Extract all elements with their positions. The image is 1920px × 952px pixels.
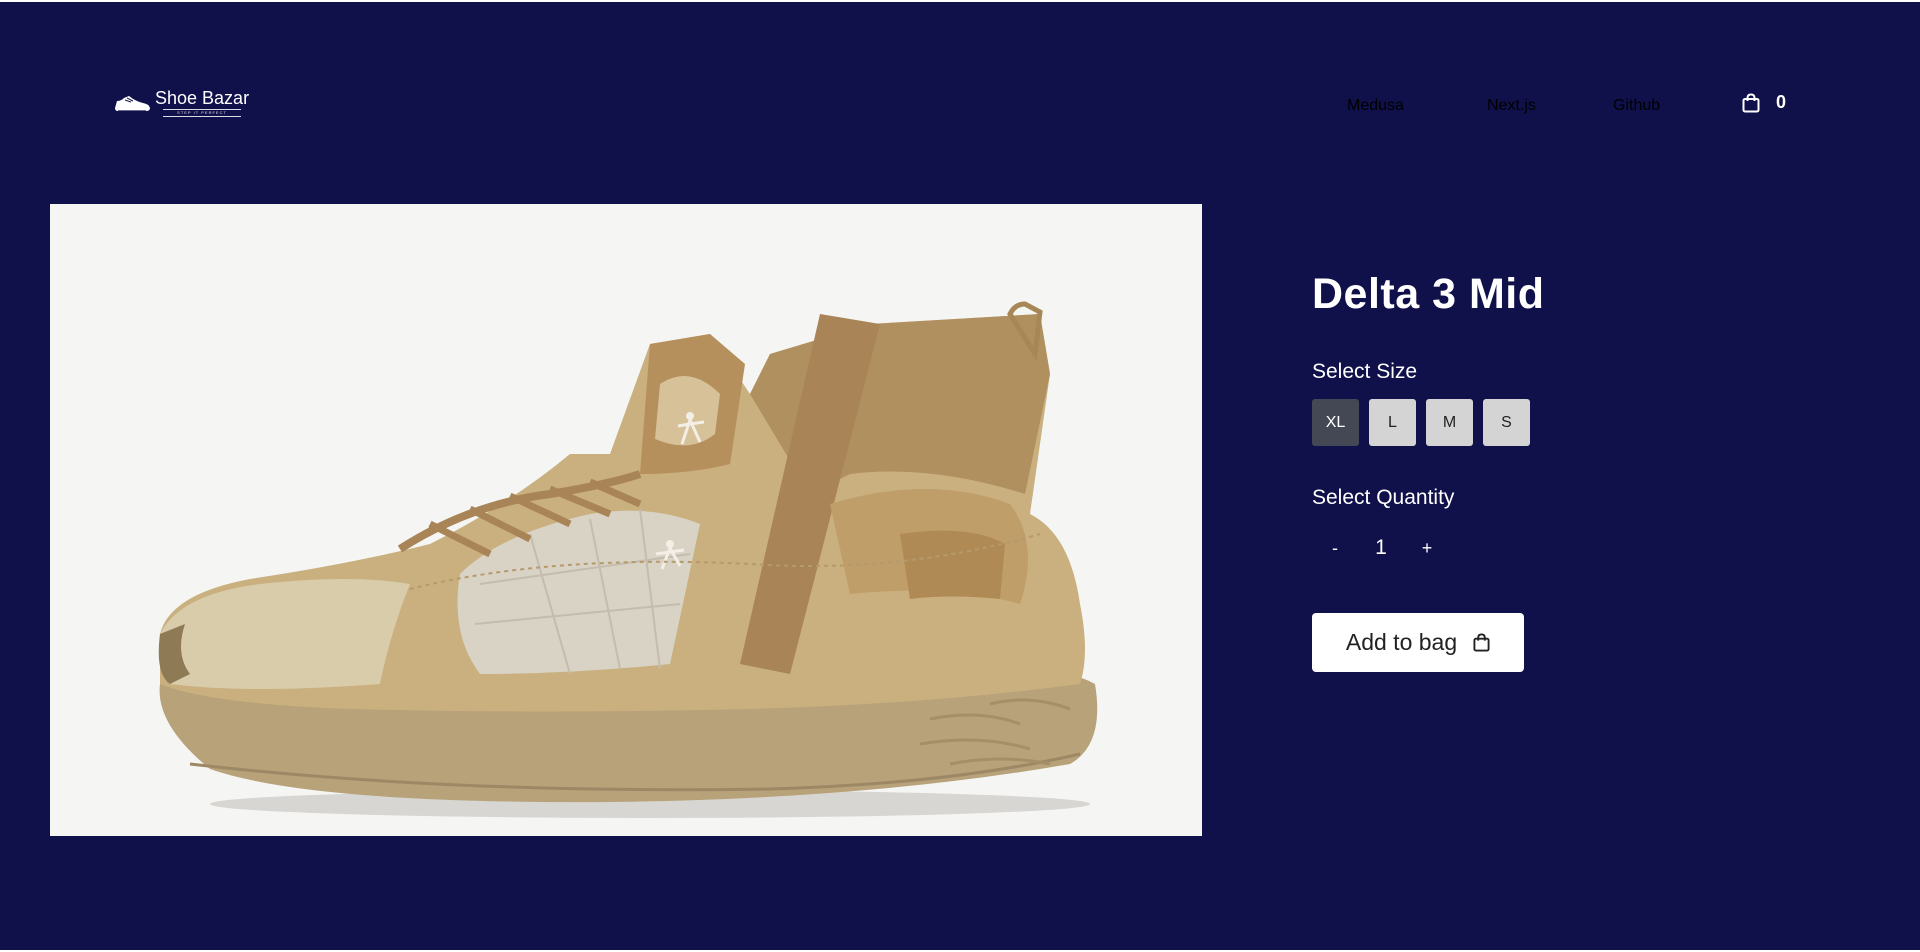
size-options: XL L M S bbox=[1312, 399, 1530, 446]
logo-name: Shoe Bazar bbox=[155, 88, 250, 108]
quantity-decrement-button[interactable]: - bbox=[1312, 532, 1358, 564]
size-option-xl[interactable]: XL bbox=[1312, 399, 1359, 446]
page: Shoe Bazar STEP IT PERFECT Medusa Next.j… bbox=[0, 0, 1920, 950]
shopping-bag-icon bbox=[1742, 92, 1760, 112]
select-quantity-label: Select Quantity bbox=[1312, 486, 1455, 509]
size-option-s[interactable]: S bbox=[1483, 399, 1530, 446]
shoe-image bbox=[158, 301, 1098, 818]
logo[interactable]: Shoe Bazar STEP IT PERFECT bbox=[113, 88, 249, 117]
size-option-m[interactable]: M bbox=[1426, 399, 1473, 446]
add-to-bag-label: Add to bag bbox=[1345, 629, 1458, 655]
cart-count: 0 bbox=[1776, 92, 1787, 112]
quantity-value: 1 bbox=[1375, 536, 1387, 559]
quantity-stepper: - 1 + bbox=[1312, 532, 1450, 564]
select-size-label: Select Size bbox=[1312, 360, 1418, 383]
shoe-logo-icon bbox=[115, 95, 150, 112]
shopping-bag-icon bbox=[1473, 633, 1490, 652]
cart-button[interactable]: 0 bbox=[1742, 92, 1786, 113]
product-title: Delta 3 Mid bbox=[1312, 270, 1545, 318]
product-image bbox=[50, 204, 1202, 836]
add-to-bag-button[interactable]: Add to bag bbox=[1312, 613, 1524, 672]
quantity-increment-button[interactable]: + bbox=[1404, 532, 1450, 564]
size-option-l[interactable]: L bbox=[1369, 399, 1416, 446]
logo-tagline: STEP IT PERFECT bbox=[163, 109, 241, 117]
